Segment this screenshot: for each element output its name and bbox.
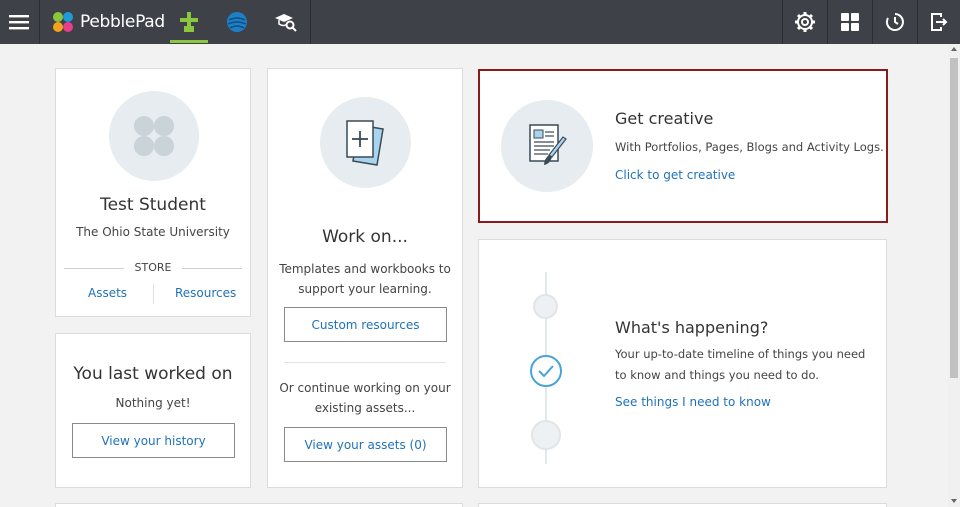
view-assets-button[interactable]: View your assets (0) [284,427,447,462]
checkmark-icon [538,365,554,377]
section-divider [284,362,446,363]
get-creative-title: Get creative [615,109,714,128]
last-worked-status: Nothing yet! [115,396,191,410]
view-history-button[interactable]: View your history [72,423,235,458]
work-on-description: Templates and workbooks to support your … [268,259,462,299]
top-navigation-bar: PebblePad [0,0,960,44]
avatar [109,91,199,181]
tab-search[interactable] [264,0,308,44]
settings-button[interactable] [783,0,827,44]
get-creative-description: With Portfolios, Pages, Blogs and Activi… [615,140,884,154]
graduation-search-icon [275,14,297,32]
grid-icon [841,13,859,31]
last-worked-card: You last worked on Nothing yet! View you… [55,333,251,488]
menu-button[interactable] [0,0,38,44]
store-divider: STORE [64,261,242,275]
new-document-icon [345,119,384,166]
tab-atlas[interactable] [215,0,259,44]
timeline-check [530,355,562,387]
work-on-card: Work on... Templates and workbooks to su… [267,68,463,488]
continue-desc-line-1: Or continue working on your [279,381,451,395]
get-creative-link[interactable]: Click to get creative [615,168,735,182]
whats-happening-description: Your up-to-date timeline of things you n… [615,347,866,382]
timeline-dot [533,294,558,319]
get-creative-illustration [501,100,593,192]
timeline-dot [531,420,561,450]
next-card [478,503,887,507]
custom-resources-button[interactable]: Custom resources [284,307,447,342]
pebbles-avatar-icon [134,116,174,156]
vertical-scrollbar[interactable] [948,44,960,507]
gear-icon [795,12,815,32]
apps-button[interactable] [828,0,872,44]
profile-card: Test Student The Ohio State University S… [55,68,251,317]
whats-happening-title: What's happening? [615,318,769,337]
user-name: Test Student [100,195,206,215]
whats-happening-card: What's happening? Your up-to-date timeli… [478,239,887,488]
scrollbar-thumb[interactable] [950,58,958,378]
work-on-desc-line-1: Templates and workbooks to [279,262,451,276]
globe-icon [227,12,247,32]
history-icon [885,13,904,31]
home-plus-icon [180,12,198,32]
next-card [55,503,463,507]
document-paintbrush-icon [529,124,567,165]
work-on-illustration [320,97,411,188]
see-things-link[interactable]: See things I need to know [615,395,771,409]
brand-home-link[interactable]: PebblePad [41,0,167,44]
logout-button[interactable] [918,0,960,44]
get-creative-card[interactable]: Get creative With Portfolios, Pages, Blo… [478,69,888,223]
pebblepad-logo-icon [53,12,73,32]
work-on-desc-line-2: support your learning. [298,282,432,296]
continue-desc-line-2: existing assets... [314,401,416,415]
resources-link[interactable]: Resources [175,286,236,300]
scroll-up-arrow-icon[interactable] [951,47,957,51]
history-button[interactable] [873,0,917,44]
logout-icon [931,13,948,31]
brand-name: PebblePad [80,12,165,32]
user-institution: The Ohio State University [76,225,230,239]
work-on-title: Work on... [322,227,408,247]
assets-link[interactable]: Assets [88,286,127,300]
last-worked-title: You last worked on [73,364,233,384]
tab-create[interactable] [168,0,210,44]
active-tab-indicator [170,40,208,43]
continue-description: Or continue working on your existing ass… [268,378,462,418]
scroll-down-arrow-icon[interactable] [951,499,957,503]
menu-icon [9,15,29,30]
